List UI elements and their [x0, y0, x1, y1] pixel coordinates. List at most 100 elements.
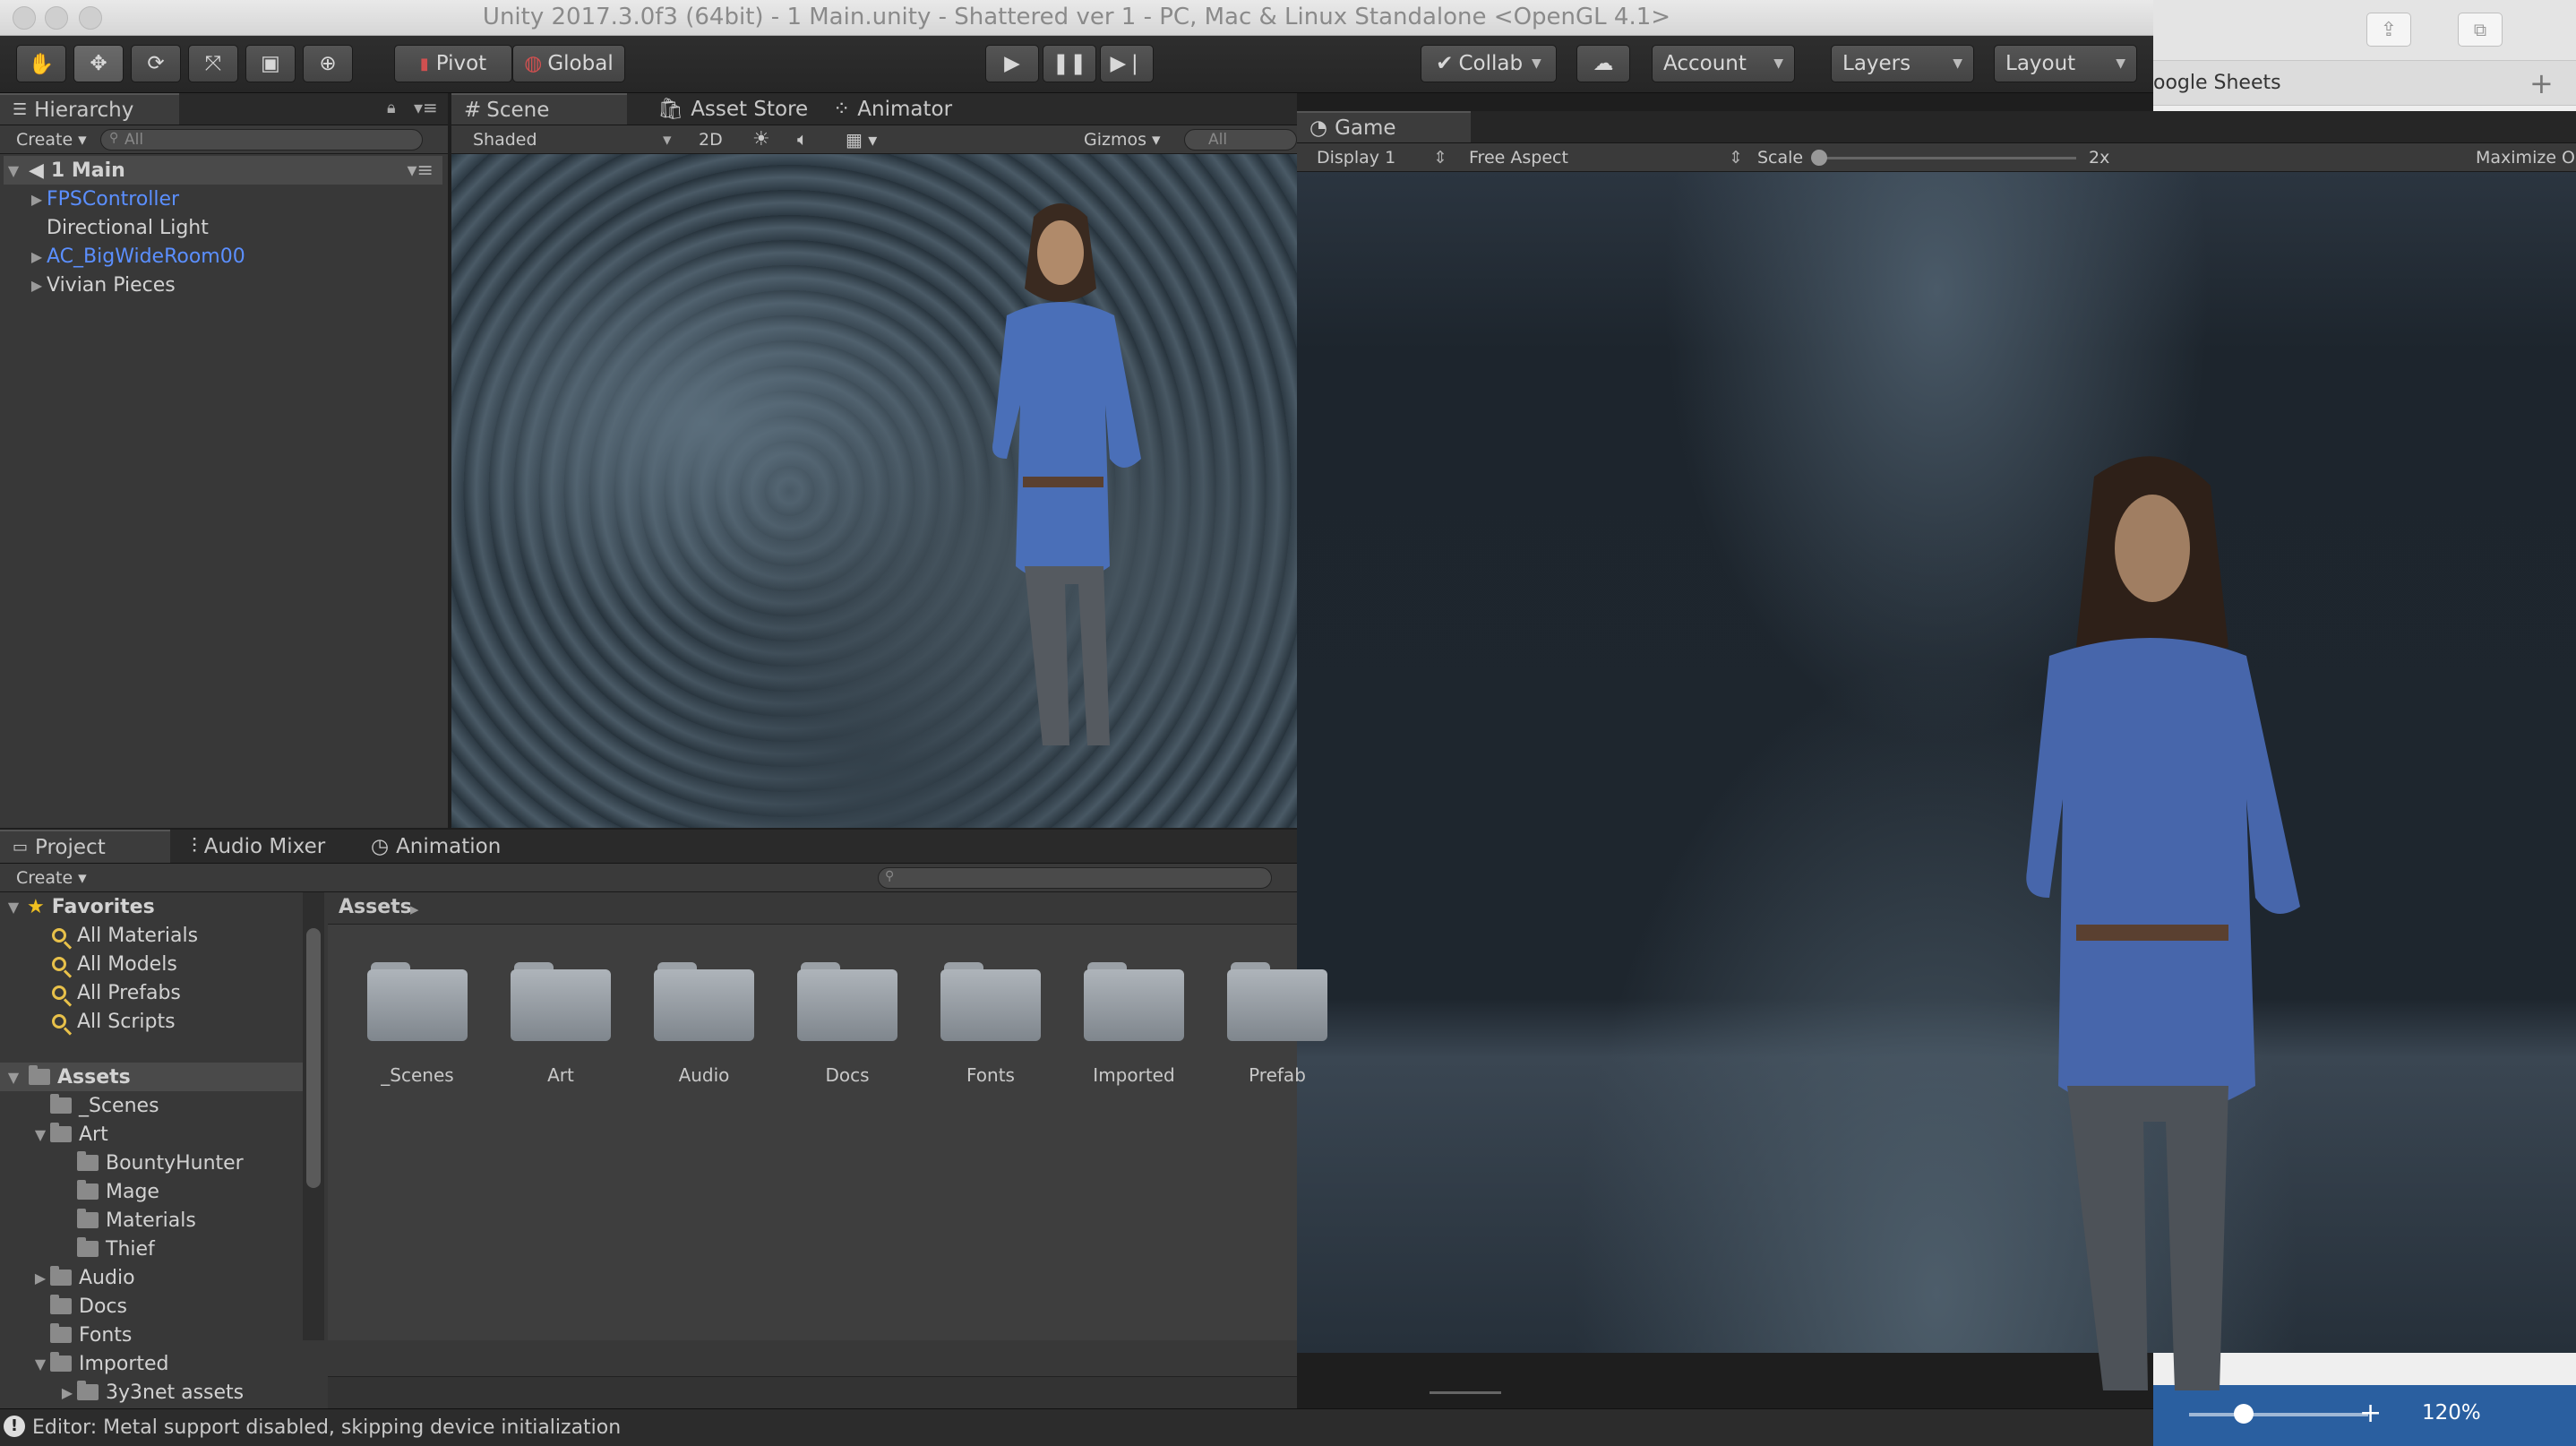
maximize-on-play-toggle[interactable]: Maximize O	[2476, 148, 2575, 168]
shading-mode-dropdown[interactable]: Shaded	[473, 130, 537, 150]
info-icon: !	[4, 1416, 25, 1437]
zoom-in-icon[interactable]: +	[2359, 1398, 2382, 1429]
tabs-button[interactable]: ⧉	[2458, 13, 2503, 47]
project-search-input[interactable]	[878, 867, 1272, 889]
hierarchy-item-label: Vivian Pieces	[47, 273, 176, 297]
tab-asset-store[interactable]: 🛍︎ Asset Store	[645, 93, 815, 125]
create-label: Create	[16, 130, 73, 150]
hierarchy-item[interactable]: ▶ AC_BigWideRoom00	[27, 242, 245, 271]
tab-animation[interactable]: ◷ Animation	[358, 830, 537, 863]
search-placeholder: All	[1208, 131, 1228, 149]
gizmos-dropdown[interactable]: Gizmos ▾	[1084, 130, 1161, 150]
rotate-tool-button[interactable]: ⟳	[131, 45, 181, 82]
browser-tab-strip: oogle Sheets +	[2153, 61, 2576, 106]
status-message[interactable]: Editor: Metal support disabled, skipping…	[32, 1416, 621, 1439]
tree-folder[interactable]: Docs	[30, 1292, 127, 1321]
tree-folder[interactable]: ▼ Art	[30, 1120, 108, 1149]
new-tab-icon[interactable]: +	[2529, 66, 2554, 100]
tree-scrollbar[interactable]	[303, 892, 324, 1340]
tree-folder[interactable]: Materials	[57, 1206, 196, 1235]
pivot-button[interactable]: ▮ Pivot	[394, 45, 512, 82]
tree-folder[interactable]: ▶ Audio	[30, 1263, 135, 1292]
favorite-item[interactable]: All Prefabs	[52, 978, 181, 1007]
collab-dropdown[interactable]: ✔ Collab ▼	[1421, 45, 1557, 82]
tree-scrollbar-thumb[interactable]	[306, 928, 321, 1188]
account-dropdown[interactable]: Account ▼	[1652, 45, 1795, 82]
favorite-item[interactable]: All Models	[52, 950, 177, 978]
play-button[interactable]: ▶	[985, 45, 1039, 82]
tab-hierarchy[interactable]: ☰ Hierarchy	[0, 93, 179, 125]
lock-icon[interactable]: 🔒︎	[387, 99, 396, 117]
favorites-header[interactable]: ▼ ★ Favorites	[4, 892, 155, 921]
collapse-triangle-icon: ▶	[34, 1269, 47, 1287]
hierarchy-search-input[interactable]: All	[100, 129, 423, 151]
scene-search-input[interactable]: All	[1184, 129, 1297, 151]
browser-tab-title[interactable]: oogle Sheets	[2153, 72, 2281, 94]
scale-tool-button[interactable]: ⤧	[188, 45, 238, 82]
hierarchy-item-label: Directional Light	[47, 216, 209, 239]
share-button[interactable]: ⇪	[2366, 13, 2411, 47]
icon-size-slider-track[interactable]	[1430, 1391, 1501, 1394]
folder-icon	[50, 1295, 72, 1314]
scene-menu-icon[interactable]: ▾≡	[408, 159, 434, 182]
large-folder-icon	[1084, 962, 1184, 1041]
pause-button[interactable]: ❚❚	[1043, 45, 1096, 82]
zoom-level: 120%	[2422, 1401, 2481, 1424]
scale-slider-track[interactable]	[1816, 157, 2076, 159]
tree-folder[interactable]: BountyHunter	[57, 1149, 244, 1177]
scene-root-row[interactable]: ▼ ◀ 1 Main ▾≡	[4, 156, 442, 185]
tree-folder[interactable]: ▼ Imported	[30, 1349, 169, 1378]
breadcrumb: Assets ▸	[328, 892, 1297, 925]
tree-folder-label: 3y3net assets	[106, 1381, 245, 1404]
tree-folder-label: Docs	[79, 1295, 127, 1318]
scale-slider-thumb[interactable]	[1811, 150, 1827, 166]
cloud-button[interactable]: ☁	[1576, 45, 1630, 82]
hierarchy-create-button[interactable]: Create ▾	[16, 130, 87, 150]
tab-scene[interactable]: # Scene	[451, 93, 627, 125]
effects-toggle-icon[interactable]: ▦ ▾	[846, 129, 877, 151]
project-tab-bar: ▭ Project ⫶ Audio Mixer ◷ Animation	[0, 830, 1297, 864]
assets-label: Assets	[57, 1065, 131, 1089]
hand-tool-button[interactable]: ✋	[16, 45, 66, 82]
folder-icon	[50, 1123, 72, 1142]
hierarchy-item[interactable]: ▶ Vivian Pieces	[27, 271, 176, 299]
tab-audio-mixer[interactable]: ⫶ Audio Mixer	[179, 830, 358, 863]
global-button[interactable]: ◍ Global	[512, 45, 625, 82]
mode-2d-toggle[interactable]: 2D	[699, 130, 723, 150]
tab-project[interactable]: ▭ Project	[0, 830, 170, 863]
tab-animator[interactable]: ⁘ Animator	[820, 93, 973, 125]
project-create-button[interactable]: Create ▾	[16, 868, 87, 888]
tree-folder[interactable]: _Scenes	[30, 1091, 159, 1120]
step-button[interactable]: ▶❘	[1100, 45, 1154, 82]
panel-menu-icon[interactable]: ▾≡	[414, 97, 438, 118]
layers-dropdown[interactable]: Layers ▼	[1831, 45, 1974, 82]
favorite-item[interactable]: All Materials	[52, 921, 198, 950]
display-dropdown[interactable]: Display 1	[1317, 148, 1395, 168]
transform-tool-button[interactable]: ⊕	[303, 45, 353, 82]
rect-tool-button[interactable]: ▣	[245, 45, 296, 82]
tree-folder[interactable]: Mage	[57, 1177, 159, 1206]
audio-toggle-icon[interactable]: 🔈︎	[797, 128, 808, 150]
assets-root-row[interactable]: ▼ Assets	[0, 1063, 303, 1091]
tab-game[interactable]: ◔ Game	[1297, 111, 1471, 142]
grid-icon: #	[464, 98, 482, 122]
tree-folder[interactable]: Fonts	[30, 1321, 132, 1349]
game-viewport[interactable]	[1297, 172, 2576, 1390]
favorite-item-label: All Materials	[77, 924, 199, 947]
layout-dropdown[interactable]: Layout ▼	[1994, 45, 2137, 82]
play-icon: ▶	[1004, 52, 1020, 75]
tree-folder[interactable]: ▶ 3y3net assets	[57, 1378, 244, 1407]
move-tool-button[interactable]: ✥	[73, 45, 124, 82]
aspect-dropdown[interactable]: Free Aspect	[1469, 148, 1568, 168]
collapse-triangle-icon: ▶	[30, 247, 43, 265]
tree-folder[interactable]: Thief	[57, 1235, 155, 1263]
scale-icon: ⤧	[204, 52, 222, 75]
favorite-item[interactable]: All Scripts	[52, 1007, 176, 1036]
folder-icon	[77, 1180, 99, 1200]
lighting-toggle-icon[interactable]: ☀	[752, 128, 770, 151]
folder-icon	[77, 1237, 99, 1257]
hierarchy-item[interactable]: ▶ FPSController	[27, 185, 179, 213]
scene-viewport[interactable]	[451, 154, 1297, 828]
breadcrumb-assets[interactable]: Assets	[339, 896, 412, 918]
hierarchy-item[interactable]: Directional Light	[27, 213, 209, 242]
